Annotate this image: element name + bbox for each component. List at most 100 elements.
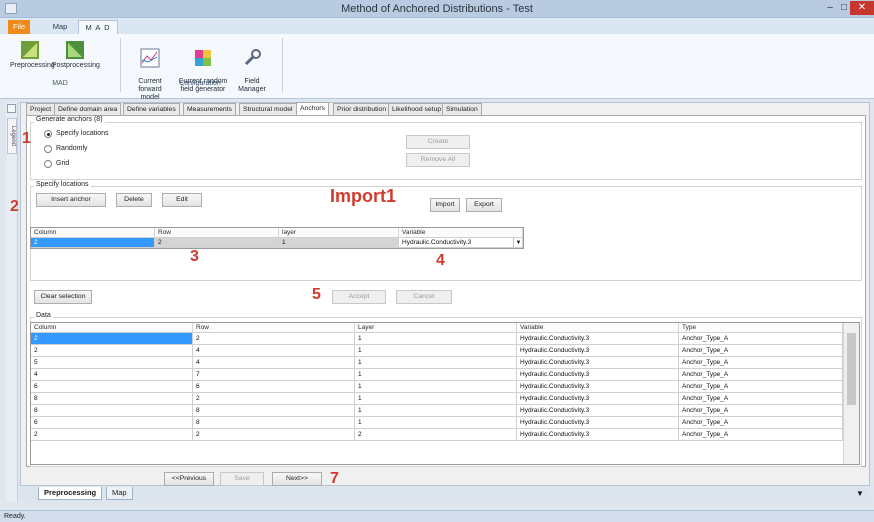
grid-cell[interactable]: Anchor_Type_A bbox=[679, 417, 843, 429]
maximize-icon[interactable]: □ bbox=[838, 1, 850, 15]
grid-cell[interactable]: Hydraulic.Conductivity.3 bbox=[517, 369, 679, 381]
tab-file[interactable]: File bbox=[8, 20, 30, 34]
column-header[interactable]: Layer bbox=[355, 323, 517, 333]
column-header[interactable]: Type bbox=[679, 323, 843, 333]
grid-cell[interactable]: 2 bbox=[193, 393, 355, 405]
randomly-radio[interactable] bbox=[44, 145, 52, 153]
pin-icon[interactable] bbox=[7, 104, 16, 113]
grid-cell[interactable]: Hydraulic.Conductivity.3 bbox=[517, 405, 679, 417]
tab-structural-model[interactable]: Structural model bbox=[239, 103, 297, 115]
tab-simulation[interactable]: Simulation bbox=[442, 103, 482, 115]
tab-mad[interactable]: M A D bbox=[78, 20, 118, 34]
grid-cell[interactable]: Anchor_Type_A bbox=[679, 357, 843, 369]
grid-cell[interactable]: Anchor_Type_A bbox=[679, 345, 843, 357]
field-manager-button[interactable]: Field Manager bbox=[236, 40, 268, 94]
grid-cell[interactable]: 2 bbox=[193, 333, 355, 345]
grid-cell[interactable]: 1 bbox=[279, 238, 399, 248]
column-header[interactable]: Column bbox=[31, 228, 155, 238]
create-button[interactable]: Create bbox=[406, 135, 470, 149]
grid-cell[interactable]: Hydraulic.Conductivity.3 bbox=[517, 393, 679, 405]
grid-cell[interactable]: Anchor_Type_A bbox=[679, 429, 843, 441]
column-header[interactable]: Column bbox=[31, 323, 193, 333]
grid-cell[interactable]: Anchor_Type_A bbox=[679, 393, 843, 405]
grid-cell[interactable]: 2 bbox=[193, 429, 355, 441]
grid-cell[interactable]: 8 bbox=[31, 405, 193, 417]
column-header[interactable]: Variable bbox=[517, 323, 679, 333]
grid-cell[interactable]: 6 bbox=[193, 381, 355, 393]
specify-locations-radio[interactable] bbox=[44, 130, 52, 138]
grid-cell[interactable]: 4 bbox=[31, 369, 193, 381]
grid-cell[interactable]: Hydraulic.Conductivity.3 bbox=[517, 417, 679, 429]
tab-list-chevron-icon[interactable]: ▼ bbox=[856, 489, 864, 498]
grid-cell[interactable]: 1 bbox=[355, 345, 517, 357]
preprocessing-button[interactable]: Preprocessing bbox=[10, 40, 55, 70]
remove-all-button[interactable]: Remove All bbox=[406, 153, 470, 167]
cancel-button[interactable]: Cancel bbox=[396, 290, 452, 304]
tab-measurements[interactable]: Measurements bbox=[183, 103, 236, 115]
tab-anchors[interactable]: Anchors bbox=[296, 102, 329, 115]
delete-button[interactable]: Delete bbox=[116, 193, 152, 207]
tab-map[interactable]: Map bbox=[48, 20, 72, 34]
column-header[interactable]: Row bbox=[155, 228, 279, 238]
column-header[interactable]: layer bbox=[279, 228, 399, 238]
grid-cell[interactable]: Hydraulic.Conductivity.3 bbox=[517, 357, 679, 369]
close-icon[interactable]: ✕ bbox=[850, 1, 874, 15]
minimize-icon[interactable]: – bbox=[822, 1, 838, 15]
grid-cell[interactable]: 4 bbox=[193, 345, 355, 357]
vertical-scrollbar[interactable] bbox=[843, 323, 859, 464]
column-header[interactable]: Row bbox=[193, 323, 355, 333]
tab-define-variables[interactable]: Define variables bbox=[123, 103, 180, 115]
tab-project[interactable]: Project bbox=[26, 103, 56, 115]
grid-cell[interactable]: 5 bbox=[31, 357, 193, 369]
tab-prior-distribution[interactable]: Prior distribution bbox=[333, 103, 391, 115]
grid-cell[interactable]: Hydraulic.Conductivity.3 bbox=[517, 381, 679, 393]
grid-cell[interactable]: 8 bbox=[193, 405, 355, 417]
tab-likelihood-setup[interactable]: Likelihood setup bbox=[388, 103, 446, 115]
grid-cell[interactable]: 2 bbox=[31, 345, 193, 357]
grid-cell[interactable]: 2 bbox=[31, 429, 193, 441]
grid-cell[interactable]: Anchor_Type_A bbox=[679, 333, 843, 345]
column-header[interactable]: Variable bbox=[399, 228, 523, 238]
edit-button[interactable]: Edit bbox=[162, 193, 202, 207]
grid-cell[interactable]: 1 bbox=[355, 417, 517, 429]
grid-cell[interactable]: 1 bbox=[355, 369, 517, 381]
grid-cell[interactable]: 1 bbox=[355, 393, 517, 405]
import-button[interactable]: Import bbox=[430, 198, 460, 212]
grid-cell[interactable]: 1 bbox=[355, 381, 517, 393]
scrollbar-thumb[interactable] bbox=[847, 333, 856, 405]
previous-button[interactable]: <<Previous bbox=[164, 472, 214, 486]
grid-cell[interactable]: Hydraulic.Conductivity.3 bbox=[517, 429, 679, 441]
grid-cell[interactable]: 4 bbox=[193, 357, 355, 369]
grid-cell[interactable]: 2 bbox=[155, 238, 279, 248]
tab-preprocessing[interactable]: Preprocessing bbox=[38, 487, 103, 500]
legend-tab[interactable]: Legend bbox=[7, 118, 17, 154]
tab-map-document[interactable]: Map bbox=[106, 487, 133, 500]
grid-cell[interactable]: Anchor_Type_A bbox=[679, 369, 843, 381]
grid-cell[interactable]: 2 bbox=[31, 333, 193, 345]
current-forward-model-button[interactable]: Current forward model bbox=[128, 40, 172, 102]
grid-cell[interactable]: 2 bbox=[355, 429, 517, 441]
grid-cell[interactable]: 2 bbox=[31, 238, 155, 248]
grid-cell[interactable]: Anchor_Type_A bbox=[679, 381, 843, 393]
grid-cell[interactable]: 7 bbox=[193, 369, 355, 381]
insert-anchor-button[interactable]: Insert anchor bbox=[36, 193, 106, 207]
grid-radio[interactable] bbox=[44, 160, 52, 168]
save-button[interactable]: Save bbox=[220, 472, 264, 486]
grid-cell[interactable]: 1 bbox=[355, 357, 517, 369]
accept-button[interactable]: Accept bbox=[332, 290, 386, 304]
tab-define-domain-area[interactable]: Define domain area bbox=[54, 103, 122, 115]
grid-cell[interactable]: Hydraulic.Conductivity.3 bbox=[517, 333, 679, 345]
postprocessing-button[interactable]: Postprocessing bbox=[52, 40, 100, 70]
grid-cell[interactable]: 6 bbox=[31, 381, 193, 393]
grid-cell[interactable]: 8 bbox=[31, 393, 193, 405]
next-button[interactable]: Next>> bbox=[272, 472, 322, 486]
chevron-down-icon[interactable]: ▼ bbox=[513, 238, 523, 248]
clear-selection-button[interactable]: Clear selection bbox=[34, 290, 92, 304]
grid-cell[interactable]: 8 bbox=[193, 417, 355, 429]
grid-cell[interactable]: 6 bbox=[31, 417, 193, 429]
export-button[interactable]: Export bbox=[466, 198, 502, 212]
grid-cell[interactable]: Anchor_Type_A bbox=[679, 405, 843, 417]
grid-cell[interactable]: 1 bbox=[355, 405, 517, 417]
grid-cell[interactable]: 1 bbox=[355, 333, 517, 345]
variable-select[interactable]: Hydraulic.Conductivity.3 bbox=[399, 238, 523, 248]
